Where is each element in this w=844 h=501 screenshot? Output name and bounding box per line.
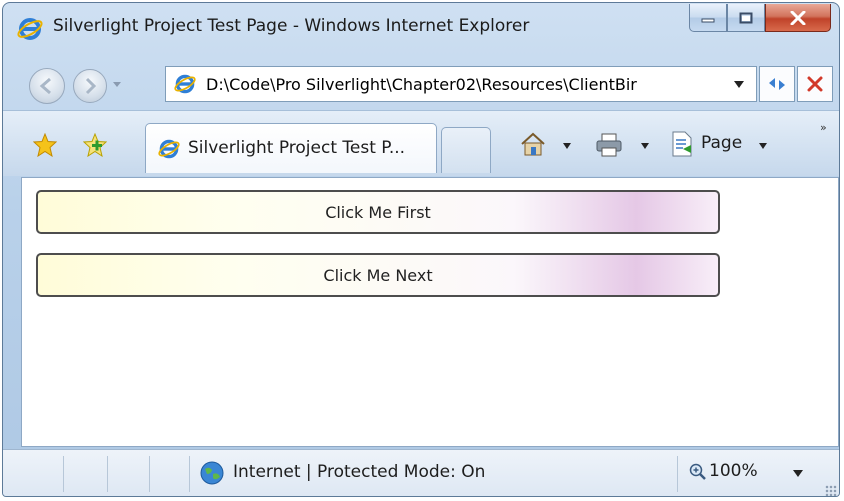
status-divider xyxy=(107,456,108,492)
home-dropdown[interactable] xyxy=(563,143,571,149)
back-icon xyxy=(39,77,51,95)
globe-icon xyxy=(200,461,224,485)
ie-icon xyxy=(174,74,196,94)
address-url[interactable]: D:\Code\Pro Silverlight\Chapter02\Resour… xyxy=(206,75,726,94)
zoom-icon xyxy=(689,463,706,480)
forward-icon xyxy=(85,77,97,95)
home-icon[interactable] xyxy=(519,131,547,157)
click-me-next-button[interactable]: Click Me Next xyxy=(36,253,720,297)
minimize-button[interactable] xyxy=(689,4,727,32)
status-divider xyxy=(63,456,64,492)
tab-silverlight-project[interactable]: Silverlight Project Test P... xyxy=(145,123,437,173)
zoom-dropdown[interactable] xyxy=(793,470,803,477)
ie-icon xyxy=(17,18,43,40)
tab-label: Silverlight Project Test P... xyxy=(188,138,406,158)
window-title: Silverlight Project Test Page - Windows … xyxy=(53,16,530,36)
resize-grip[interactable] xyxy=(825,485,837,496)
page-dropdown[interactable] xyxy=(759,143,767,149)
print-icon[interactable] xyxy=(595,133,623,157)
status-divider xyxy=(189,456,190,492)
zoom-level[interactable]: 100% xyxy=(709,461,758,481)
address-bar[interactable]: D:\Code\Pro Silverlight\Chapter02\Resour… xyxy=(165,66,757,102)
back-button[interactable] xyxy=(29,68,65,104)
page-menu-label[interactable]: Page xyxy=(701,133,742,153)
ie-icon xyxy=(158,139,180,159)
minimize-icon xyxy=(701,18,715,22)
close-icon xyxy=(790,10,806,25)
maximize-button[interactable] xyxy=(727,4,765,32)
new-tab-button[interactable] xyxy=(441,127,491,173)
tab-command-bar: Silverlight Project Test P... Page » xyxy=(3,110,839,176)
page-icon[interactable] xyxy=(671,131,693,157)
stop-icon xyxy=(807,76,823,92)
recent-pages-dropdown[interactable] xyxy=(113,82,121,87)
forward-button[interactable] xyxy=(73,69,107,103)
close-button[interactable] xyxy=(765,4,831,32)
address-dropdown[interactable] xyxy=(734,81,744,88)
status-divider xyxy=(149,456,150,492)
address-row: D:\Code\Pro Silverlight\Chapter02\Resour… xyxy=(3,58,839,110)
print-dropdown[interactable] xyxy=(641,143,649,149)
security-zone-text[interactable]: Internet | Protected Mode: On xyxy=(233,462,485,482)
refresh-button[interactable] xyxy=(759,66,795,102)
status-divider xyxy=(677,456,678,492)
page-content: Click Me First Click Me Next xyxy=(21,177,839,447)
add-favorites-icon[interactable] xyxy=(83,133,107,157)
refresh-icon xyxy=(769,78,785,90)
caption-buttons xyxy=(689,4,831,32)
favorites-star-icon[interactable] xyxy=(33,133,57,157)
stop-button[interactable] xyxy=(797,66,833,102)
click-me-first-button[interactable]: Click Me First xyxy=(36,190,720,234)
status-bar: Internet | Protected Mode: On 100% xyxy=(3,449,839,496)
browser-window: Silverlight Project Test Page - Windows … xyxy=(2,2,840,497)
maximize-icon xyxy=(739,12,753,23)
toolbar-overflow-chevron[interactable]: » xyxy=(820,121,827,134)
title-bar: Silverlight Project Test Page - Windows … xyxy=(3,3,839,55)
